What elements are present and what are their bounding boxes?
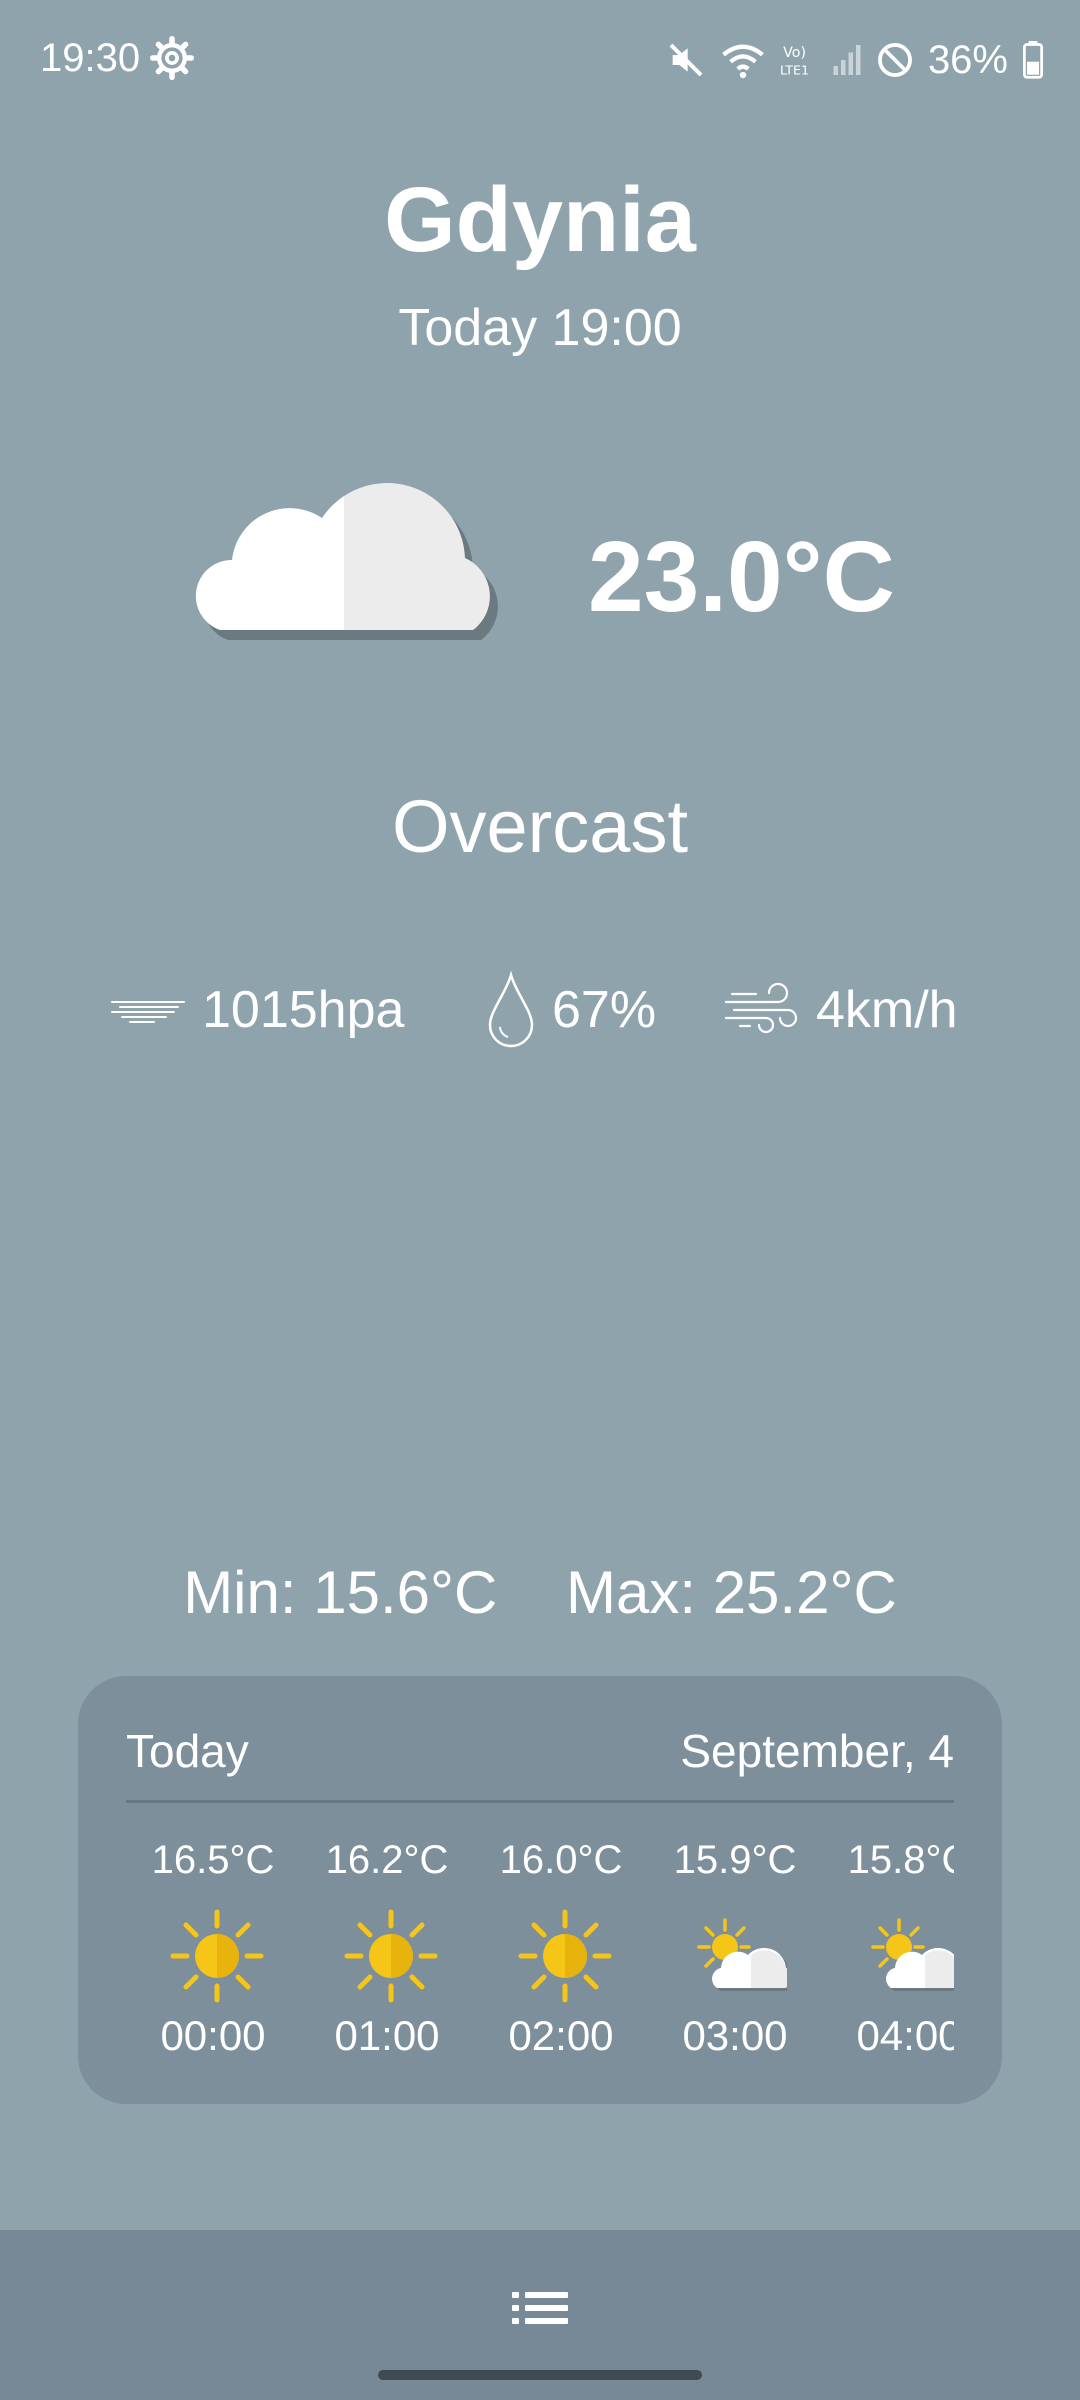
pressure-stat: 1015hpa: [108, 970, 404, 1050]
current-temperature: 23.0°C: [588, 521, 895, 633]
hour-time: 04:00: [856, 2012, 954, 2059]
hour-time: 00:00: [160, 2012, 266, 2059]
wind-icon: [724, 982, 798, 1034]
hour-time: 01:00: [334, 2012, 440, 2059]
hour-temperature: 15.9°C: [673, 1838, 797, 1882]
sun-cloud-icon: [871, 1918, 954, 1991]
forecast-datetime: Today 19:00: [398, 299, 682, 357]
forecast-header: Today September, 4: [126, 1724, 954, 1784]
hourly-forecast-list[interactable]: 16.5°C 00:00 16.2°C 01:00 16.0°C 02:00 1…: [126, 1826, 954, 2076]
city-name: Gdynia: [384, 169, 696, 271]
hour-time: 03:00: [682, 2012, 788, 2059]
pressure-value: 1015hpa: [202, 981, 405, 1039]
wind-value: 4km/h: [816, 981, 958, 1039]
status-bar: 19:30 Vo) LTE1 36%: [0, 0, 1080, 120]
signal-icon: [833, 45, 861, 75]
sun-cloud-icon: [697, 1918, 787, 1991]
hour-item: 16.2°C 01:00: [300, 1826, 474, 2076]
wind-stat: 4km/h: [722, 970, 958, 1050]
temperature-range: Min: 15.6°C Max: 25.2°C: [0, 1558, 1080, 1627]
wifi-icon: [722, 44, 764, 79]
home-indicator[interactable]: [378, 2370, 702, 2380]
humidity-value: 67%: [552, 981, 657, 1039]
hour-temperature: 16.5°C: [151, 1838, 275, 1882]
hour-item: 15.8°C 04:00: [822, 1826, 954, 2076]
forecast-date: September, 4: [680, 1725, 954, 1777]
volte-icon: Vo) LTE1: [780, 45, 809, 77]
status-time: 19:30: [40, 36, 141, 80]
hourly-forecast-card[interactable]: Today September, 4 16.5°C 00:00 16.2°C 0…: [78, 1676, 1002, 2104]
weather-condition: Overcast: [391, 785, 689, 868]
hour-time: 02:00: [508, 2012, 614, 2059]
menu-list-icon[interactable]: [510, 2288, 570, 2328]
divider: [126, 1800, 954, 1803]
svg-text:Vo): Vo): [783, 45, 806, 61]
status-icons: Vo) LTE1 36%: [666, 30, 1044, 90]
pressure-icon: [111, 1001, 185, 1023]
droplet-icon: [488, 971, 534, 1048]
humidity-stat: 67%: [484, 970, 656, 1050]
gear-icon: [150, 36, 194, 80]
hour-temperature: 16.2°C: [325, 1838, 449, 1882]
mute-icon: [669, 43, 703, 77]
hour-temperature: 15.8°C: [847, 1838, 954, 1882]
forecast-day-label: Today: [126, 1725, 249, 1777]
battery-percent: 36%: [927, 37, 1008, 82]
hour-item: 16.5°C 00:00: [126, 1826, 300, 2076]
do-not-disturb-icon: [877, 43, 912, 77]
cloud-icon: [195, 483, 498, 640]
sun-icon: [344, 1909, 438, 2003]
sun-icon: [518, 1909, 612, 2003]
svg-text:LTE1: LTE1: [780, 62, 809, 77]
sun-icon: [170, 1909, 264, 2003]
hour-item: 15.9°C 03:00: [648, 1826, 822, 2076]
battery-icon: [1022, 41, 1044, 79]
hour-item: 16.0°C 02:00: [474, 1826, 648, 2076]
min-temperature: Min: 15.6°C: [183, 1559, 498, 1626]
hour-temperature: 16.0°C: [499, 1838, 623, 1882]
bottom-bar: [0, 2230, 1080, 2400]
weather-stats: 1015hpa 67% 4km/h: [0, 970, 1080, 1050]
max-temperature: Max: 25.2°C: [566, 1559, 897, 1626]
